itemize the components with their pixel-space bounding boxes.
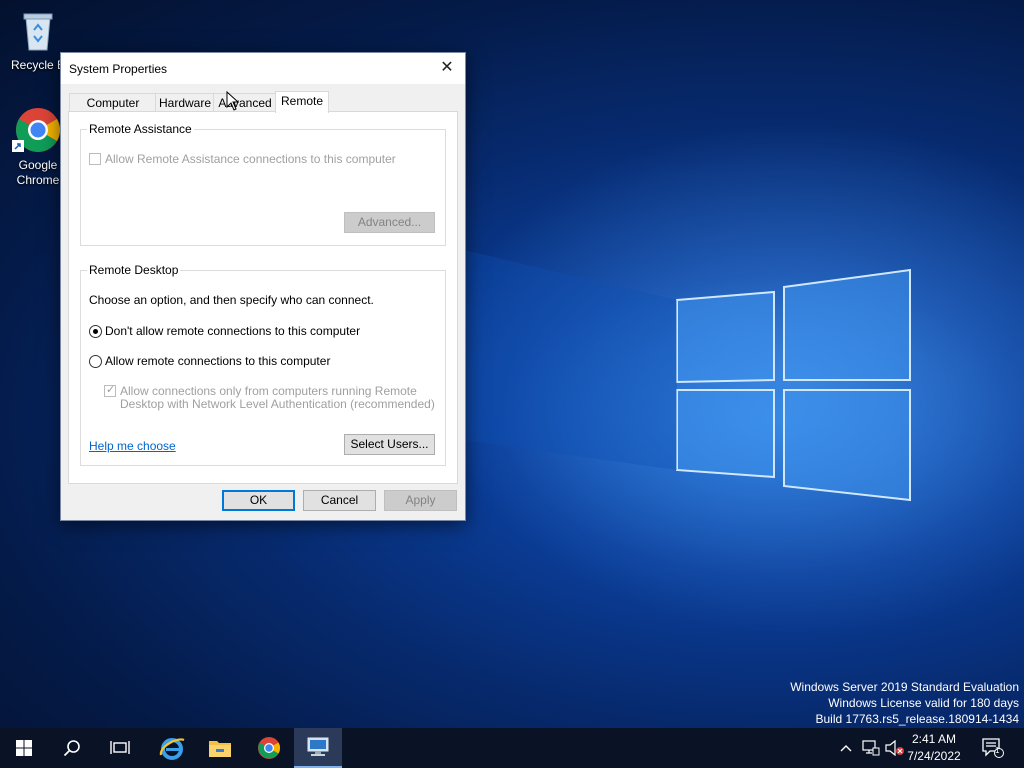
action-center-button[interactable]: 1 (980, 728, 1006, 768)
notification-count: 1 (995, 746, 1000, 755)
nla-label-line2: Desktop with Network Level Authenticatio… (120, 397, 435, 411)
tab-computer-name[interactable]: Computer Name (69, 93, 157, 128)
taskbar: 2:41 AM 7/24/2022 1 (0, 728, 1024, 768)
advanced-button[interactable]: Advanced... (344, 212, 435, 233)
internet-explorer-button[interactable] (148, 728, 196, 768)
remote-assistance-legend: Remote Assistance (87, 122, 194, 136)
remote-desktop-group: Remote Desktop Choose an option, and the… (80, 263, 446, 466)
network-tray-button[interactable] (860, 728, 882, 768)
ok-button[interactable]: OK (222, 490, 295, 511)
task-view-icon (110, 741, 130, 754)
remote-desktop-instruction: Choose an option, and then specify who c… (89, 293, 374, 307)
clock-date: 7/24/2022 (907, 749, 961, 763)
dont-allow-radio[interactable] (89, 325, 102, 338)
system-properties-icon (307, 737, 329, 756)
watermark-edition: Windows Server 2019 Standard Evaluation (790, 680, 1019, 694)
remote-assistance-checkbox[interactable] (89, 153, 101, 165)
system-properties-taskbar-button[interactable] (294, 728, 342, 768)
search-icon (63, 740, 80, 757)
show-hidden-icons-button[interactable] (836, 728, 856, 768)
start-icon (16, 740, 32, 756)
close-icon[interactable]: ✕ (435, 57, 459, 79)
task-view-button[interactable] (96, 728, 144, 768)
select-users-button[interactable]: Select Users... (344, 434, 435, 455)
watermark-build: Build 17763.rs5_release.180914-1434 (815, 712, 1020, 726)
chevron-up-icon (840, 745, 852, 752)
remote-tab-page: Remote Assistance Allow Remote Assistanc… (68, 111, 458, 484)
start-button[interactable] (0, 728, 48, 768)
allow-label[interactable]: Allow remote connections to this compute… (105, 354, 330, 368)
dialog-titlebar[interactable]: System Properties ✕ (61, 53, 465, 84)
help-me-choose-link[interactable]: Help me choose (89, 439, 176, 453)
chrome-icon (258, 737, 280, 759)
chrome-icon (12, 106, 62, 154)
mouse-cursor-icon (226, 91, 240, 111)
clock[interactable]: 2:41 AM 7/24/2022 (902, 731, 966, 765)
tab-hardware[interactable]: Hardware (155, 93, 215, 112)
apply-button[interactable]: Apply (384, 490, 457, 511)
nla-checkbox[interactable] (104, 383, 116, 397)
remote-assistance-checkbox-label: Allow Remote Assistance connections to t… (105, 152, 396, 166)
chrome-taskbar-button[interactable] (245, 728, 293, 768)
notification-icon (982, 738, 1004, 758)
search-button[interactable] (48, 728, 96, 768)
nla-label-line1: Allow connections only from computers ru… (120, 384, 417, 398)
watermark-license: Windows License valid for 180 days (828, 696, 1019, 710)
windows-watermark: Windows Server 2019 Standard Evaluation … (790, 679, 1019, 727)
file-explorer-button[interactable] (196, 728, 244, 768)
internet-explorer-icon (159, 738, 185, 760)
remote-desktop-legend: Remote Desktop (87, 263, 181, 277)
clock-time: 2:41 AM (911, 732, 957, 746)
tab-advanced[interactable]: Advanced (213, 93, 277, 112)
remote-assistance-group: Remote Assistance Allow Remote Assistanc… (80, 122, 446, 246)
allow-radio[interactable] (89, 355, 102, 368)
tab-remote[interactable]: Remote (275, 91, 329, 113)
recycle-bin-icon (14, 6, 62, 54)
cancel-button[interactable]: Cancel (303, 490, 376, 511)
file-explorer-icon (209, 741, 231, 757)
dont-allow-label[interactable]: Don't allow remote connections to this c… (105, 324, 360, 338)
network-icon (862, 740, 880, 756)
shortcut-arrow-icon (12, 140, 24, 152)
dialog-title: System Properties (69, 62, 168, 76)
system-properties-dialog: System Properties ✕ Computer Name Hardwa… (60, 52, 466, 521)
